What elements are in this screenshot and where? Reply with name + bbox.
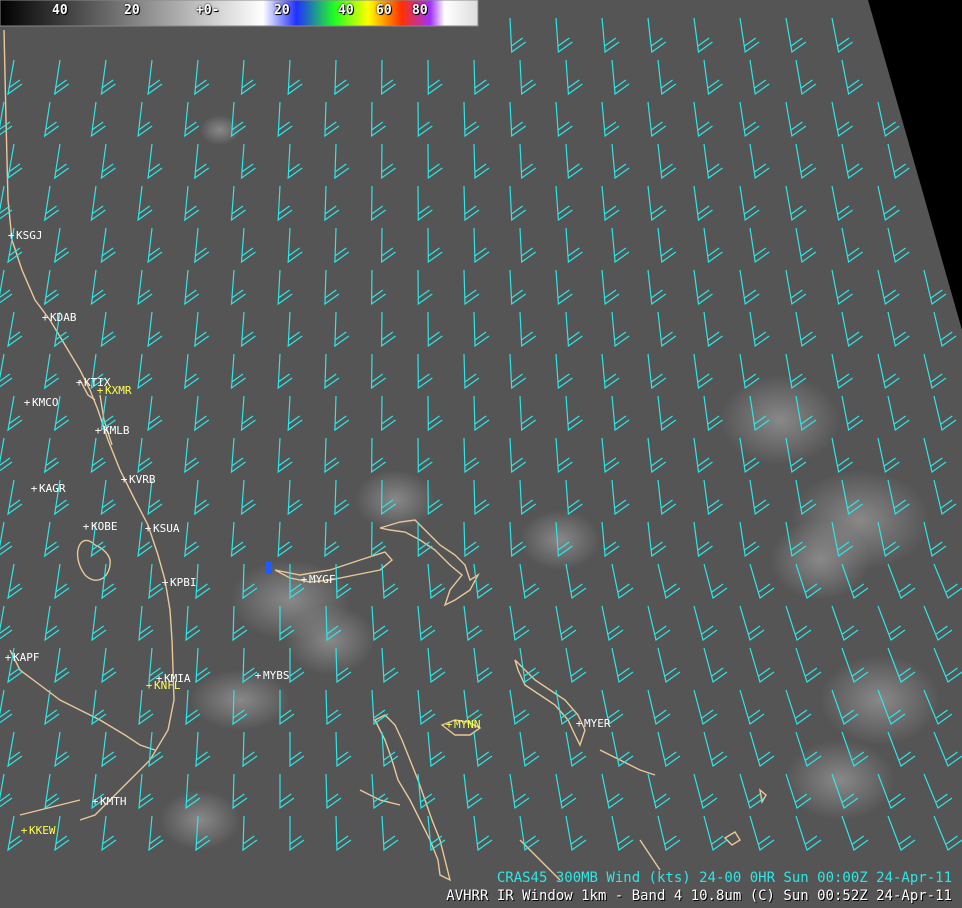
colorbar-label-40-warm: 40 (52, 3, 68, 18)
station-kobe[interactable]: + KOBE (82, 521, 118, 532)
colorbar-label-80-cold: 80 (412, 3, 428, 18)
temperature-colorbar (0, 0, 479, 27)
base-image-caption: AVHRR IR Window 1km - Band 4 10.8um (C) … (446, 888, 952, 904)
station-kagr[interactable]: + KAGR (30, 483, 66, 494)
station-kdab[interactable]: + KDAB (41, 312, 77, 323)
station-myer[interactable]: + MYER (575, 718, 611, 729)
colorbar-label-zero: +0- (196, 3, 220, 18)
station-kmlb[interactable]: + KMLB (94, 425, 130, 436)
station-knfl[interactable]: + KNFL (145, 680, 181, 691)
station-kvrb[interactable]: + KVRB (120, 474, 156, 485)
station-kxmr[interactable]: + KXMR (96, 385, 132, 396)
colorbar-label-60-cold: 60 (376, 3, 392, 18)
station-kkew[interactable]: + KKEW (20, 825, 56, 836)
cold-cloud-top (266, 562, 272, 574)
station-ksua[interactable]: + KSUA (144, 523, 180, 534)
colorbar-label-40-cold: 40 (338, 3, 354, 18)
station-kpbi[interactable]: + KPBI (161, 577, 197, 588)
station-mybs[interactable]: + MYBS (254, 670, 290, 681)
station-kapf[interactable]: + KAPF (4, 652, 40, 663)
colorbar-label-20-cold: 20 (274, 3, 290, 18)
station-ksgj[interactable]: + KSGJ (7, 230, 43, 241)
satellite-map: 40 20 +0- 20 40 60 80 + KSGJ + KDAB + KTIX … (0, 0, 962, 908)
station-kmco[interactable]: + KMCO (23, 397, 59, 408)
station-mygf[interactable]: + MYGF (300, 574, 336, 585)
colorbar-label-20-warm: 20 (124, 3, 140, 18)
colorbar-gradient (0, 0, 479, 27)
map-canvas (0, 0, 962, 908)
overlay-caption: CRAS45 300MB Wind (kts) 24-00 0HR Sun 00… (496, 870, 952, 886)
station-kmth[interactable]: + KMTH (91, 796, 127, 807)
station-mynn[interactable]: + MYNN (445, 719, 481, 730)
